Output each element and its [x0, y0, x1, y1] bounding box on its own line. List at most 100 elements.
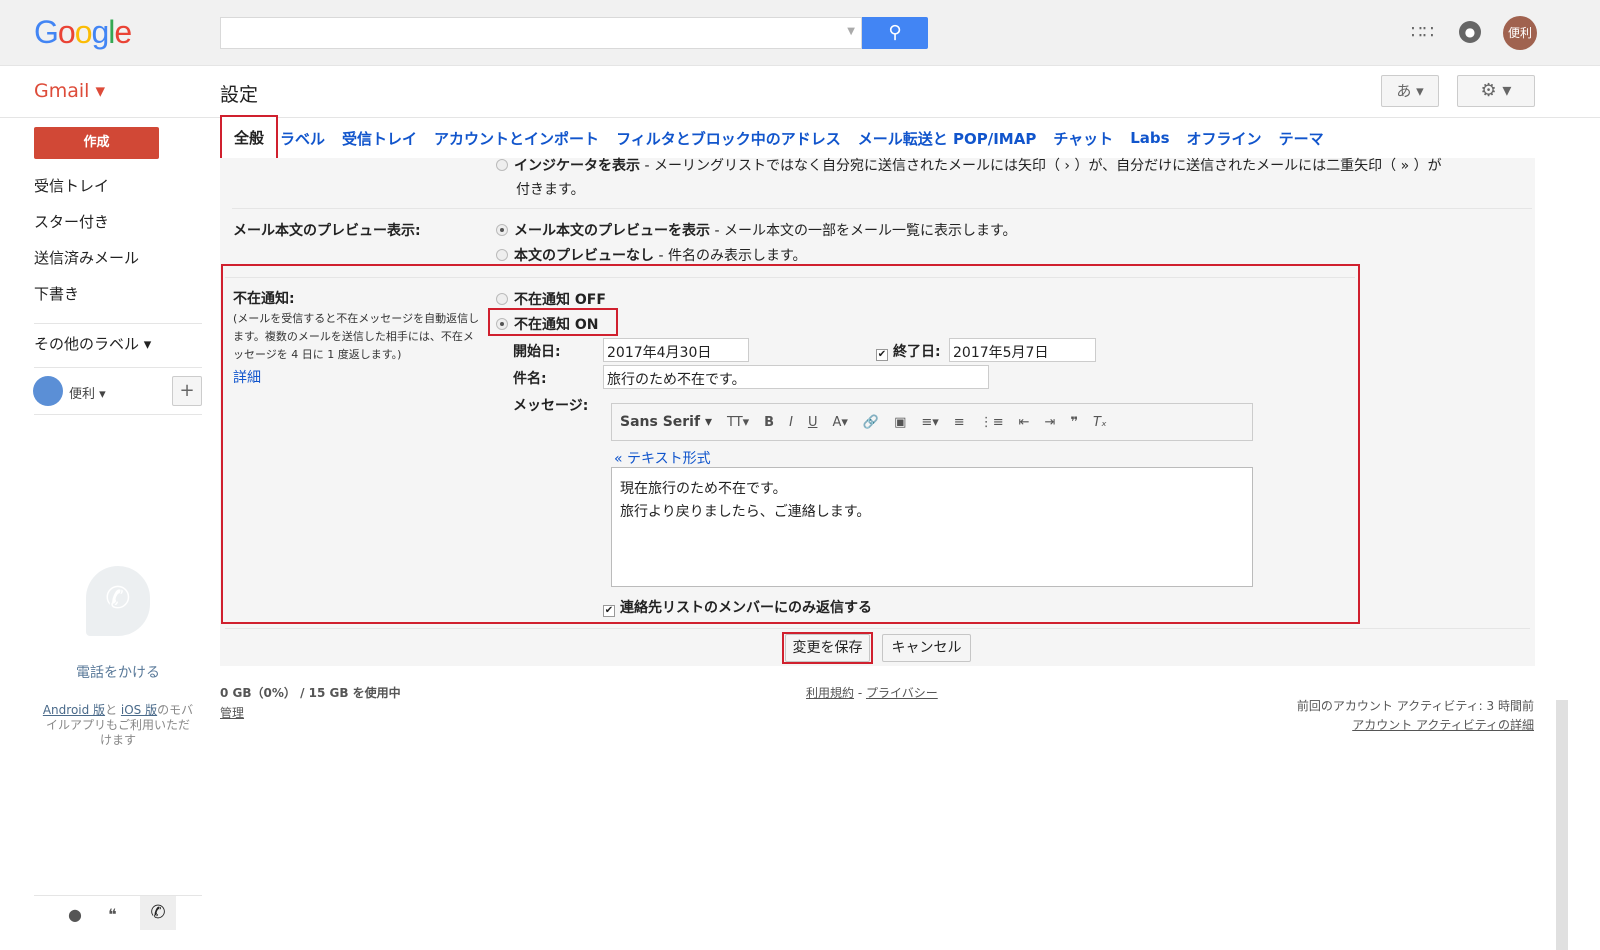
message-line: 現在旅行のため不在です。 — [620, 481, 787, 497]
quote-icon[interactable]: ❞ — [1070, 415, 1078, 430]
align-icon[interactable]: ≡▾ — [921, 415, 938, 430]
italic-icon[interactable]: I — [789, 415, 793, 430]
apps-grid-icon[interactable]: ∷∷ — [1411, 22, 1434, 43]
subject-label: 件名: — [513, 371, 547, 387]
hangouts-user[interactable]: 便利 ▾ — [69, 383, 106, 402]
tab-themes[interactable]: テーマ — [1279, 128, 1324, 149]
font-family-select[interactable]: Sans Serif ▾ — [620, 414, 712, 430]
storage-usage: 0 GB（0%） / 15 GB を使用中 — [220, 686, 401, 700]
tab-general[interactable]: 全般 — [220, 114, 279, 162]
end-date-option[interactable]: ✔ 終了日: — [876, 341, 941, 361]
ios-link[interactable]: iOS 版 — [121, 703, 157, 717]
phone-call-large-icon: ✆ — [86, 566, 150, 636]
privacy-link[interactable]: プライバシー — [866, 686, 938, 700]
indent-more-icon[interactable]: ⇥ — [1045, 415, 1056, 430]
vacation-on-radio[interactable] — [496, 318, 508, 330]
user-avatar-icon — [33, 376, 63, 406]
page-title: 設定 — [220, 84, 259, 106]
image-icon[interactable]: ▣ — [894, 415, 906, 430]
save-changes-button[interactable]: 変更を保存 — [785, 634, 870, 662]
indicator-radio[interactable] — [496, 159, 508, 171]
divider — [232, 208, 1532, 209]
preview-on-radio[interactable] — [496, 224, 508, 236]
formatting-toolbar: Sans Serif ▾ TT▾ B I U A▾ 🔗 ▣ ≡▾ ≡ ⋮≡ ⇤ … — [611, 403, 1253, 441]
tab-forwarding-pop-imap[interactable]: メール転送と POP/IMAP — [858, 128, 1037, 149]
start-date-label: 開始日: — [513, 344, 561, 360]
subject-input[interactable]: 旅行のため不在です。 — [603, 365, 989, 389]
compose-button[interactable]: 作成 — [34, 127, 159, 159]
settings-tabs: 全般 ラベル 受信トレイ アカウントとインポート フィルタとブロック中のアドレス… — [220, 114, 1535, 162]
search-options-icon[interactable]: ▼ — [847, 26, 855, 37]
activity-details-link[interactable]: アカウント アクティビティの詳細 — [1352, 716, 1534, 733]
tab-offline[interactable]: オフライン — [1187, 128, 1262, 149]
search-button[interactable]: ⚲ — [862, 17, 928, 49]
manage-storage-link[interactable]: 管理 — [220, 704, 244, 721]
tab-inbox[interactable]: 受信トレイ — [342, 128, 417, 149]
message-editor[interactable]: 現在旅行のため不在です。 旅行より戻りましたら、ご連絡します。 — [611, 467, 1253, 587]
underline-icon[interactable]: U — [808, 415, 818, 430]
bulleted-list-icon[interactable]: ⋮≡ — [980, 415, 1004, 430]
gmail-menu[interactable]: Gmail ▾ — [34, 80, 105, 102]
vacation-description: (メールを受信すると不在メッセージを自動返信します。複数のメールを送信した相手に… — [233, 312, 480, 361]
sidebar-item-starred[interactable]: スター付き — [34, 211, 109, 232]
scrollbar[interactable] — [1556, 700, 1568, 950]
vacation-details-link[interactable]: 詳細 — [233, 367, 261, 387]
font-size-icon[interactable]: TT▾ — [727, 415, 749, 430]
sidebar-item-drafts[interactable]: 下書き — [34, 283, 79, 304]
settings-gear-button[interactable]: ⚙ ▾ — [1457, 75, 1535, 107]
cancel-button[interactable]: キャンセル — [882, 634, 971, 662]
divider — [34, 895, 202, 896]
indent-less-icon[interactable]: ⇤ — [1019, 415, 1030, 430]
mobile-apps-note: Android 版と iOS 版のモバイルアプリもご利用いただけます — [42, 703, 194, 747]
remove-formatting-icon[interactable]: Tₓ — [1093, 415, 1107, 430]
end-date-checkbox[interactable]: ✔ — [876, 349, 888, 361]
google-logo[interactable]: Google — [34, 14, 132, 51]
preview-off-radio[interactable] — [496, 249, 508, 261]
contacts-only-checkbox[interactable]: ✔ — [603, 605, 615, 617]
account-avatar[interactable]: 便利 — [1503, 16, 1537, 50]
android-link[interactable]: Android 版 — [43, 703, 105, 717]
vacation-off-option[interactable]: 不在通知 OFF — [496, 289, 606, 309]
tab-labels[interactable]: ラベル — [280, 128, 325, 149]
contacts-person-icon[interactable]: ● — [68, 905, 82, 924]
search-input[interactable]: ▼ — [220, 17, 862, 49]
vacation-on-option[interactable]: 不在通知 ON — [496, 314, 599, 334]
numbered-list-icon[interactable]: ≡ — [954, 415, 965, 430]
make-call-link[interactable]: 電話をかける — [34, 662, 202, 682]
divider — [225, 277, 1355, 278]
preview-on-option[interactable]: メール本文のプレビューを表示 - メール本文の一部をメール一覧に表示します。 — [496, 220, 1017, 240]
sidebar-item-sent[interactable]: 送信済みメール — [34, 247, 139, 268]
indicator-option: インジケータを表示 - メーリングリストではなく自分宛に送信されたメールには矢印… — [496, 154, 1526, 202]
hangouts-quote-icon[interactable]: ❝ — [108, 905, 117, 924]
bold-icon[interactable]: B — [764, 415, 774, 430]
tab-chat[interactable]: チャット — [1053, 128, 1113, 149]
terms-link[interactable]: 利用規約 — [806, 686, 854, 700]
divider — [34, 414, 202, 415]
preview-off-option[interactable]: 本文のプレビューなし - 件名のみ表示します。 — [496, 245, 807, 265]
start-date-input[interactable]: 2017年4月30日 — [603, 338, 749, 362]
divider — [34, 323, 202, 324]
tab-accounts-import[interactable]: アカウントとインポート — [434, 128, 599, 149]
tab-filters[interactable]: フィルタとブロック中のアドレス — [616, 128, 841, 149]
footer-links: 利用規約 - プライバシー — [806, 686, 938, 700]
contacts-only-option[interactable]: ✔ 連絡先リストのメンバーにのみ返信する — [603, 597, 872, 617]
add-hangout-button[interactable]: + — [172, 376, 202, 406]
last-activity: 前回のアカウント アクティビティ: 3 時間前 — [1296, 699, 1534, 713]
text-color-icon[interactable]: A▾ — [832, 415, 847, 430]
phone-tab-icon[interactable]: ✆ — [140, 896, 176, 930]
vacation-label: 不在通知: — [233, 291, 295, 307]
divider — [34, 367, 202, 368]
divider — [225, 628, 1530, 629]
link-icon[interactable]: 🔗 — [863, 415, 879, 430]
sidebar-item-inbox[interactable]: 受信トレイ — [34, 175, 109, 196]
preview-label: メール本文のプレビュー表示: — [233, 223, 421, 239]
tab-labs[interactable]: Labs — [1130, 129, 1169, 147]
notifications-bell-icon[interactable]: ● — [1459, 21, 1481, 43]
message-line: 旅行より戻りましたら、ご連絡します。 — [620, 504, 871, 520]
sidebar-more-labels[interactable]: その他のラベル ▾ — [34, 333, 151, 354]
input-tools-button[interactable]: あ ▾ — [1381, 75, 1439, 107]
vacation-off-radio[interactable] — [496, 293, 508, 305]
plain-text-link[interactable]: « テキスト形式 — [614, 448, 711, 468]
end-date-input[interactable]: 2017年5月7日 — [949, 338, 1096, 362]
message-label: メッセージ: — [513, 398, 589, 414]
